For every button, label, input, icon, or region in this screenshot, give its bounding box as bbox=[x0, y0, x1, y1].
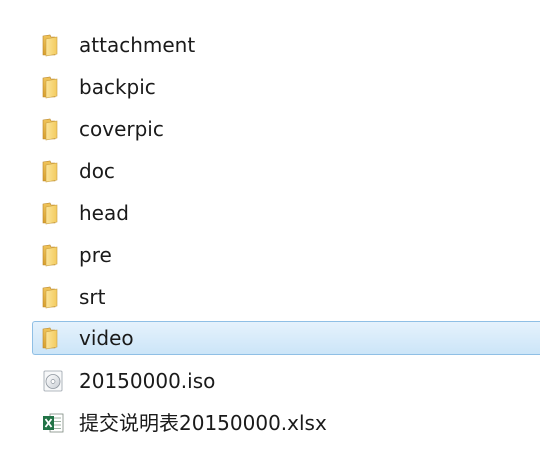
file-name: backpic bbox=[79, 75, 156, 99]
folder-icon bbox=[41, 326, 65, 350]
file-name: 20150000.iso bbox=[79, 369, 216, 393]
excel-icon bbox=[41, 411, 65, 435]
file-row-xlsx[interactable]: 提交说明表20150000.xlsx bbox=[32, 406, 540, 440]
folder-icon bbox=[41, 201, 65, 225]
file-list: attachment backpic coverpic doc head pre bbox=[0, 0, 540, 455]
folder-icon bbox=[41, 117, 65, 141]
file-name: video bbox=[79, 326, 134, 350]
file-row-pre[interactable]: pre bbox=[32, 238, 540, 272]
file-row-attachment[interactable]: attachment bbox=[32, 28, 540, 62]
file-row-backpic[interactable]: backpic bbox=[32, 70, 540, 104]
folder-icon bbox=[41, 33, 65, 57]
file-name: srt bbox=[79, 285, 106, 309]
file-name: pre bbox=[79, 243, 112, 267]
file-name: attachment bbox=[79, 33, 196, 57]
file-row-srt[interactable]: srt bbox=[32, 280, 540, 314]
file-row-iso[interactable]: 20150000.iso bbox=[32, 364, 540, 398]
file-row-video[interactable]: video bbox=[32, 321, 540, 355]
folder-icon bbox=[41, 75, 65, 99]
folder-icon bbox=[41, 285, 65, 309]
file-name: head bbox=[79, 201, 129, 225]
file-name: doc bbox=[79, 159, 115, 183]
file-row-head[interactable]: head bbox=[32, 196, 540, 230]
folder-icon bbox=[41, 243, 65, 267]
disc-image-icon bbox=[41, 369, 65, 393]
file-row-doc[interactable]: doc bbox=[32, 154, 540, 188]
folder-icon bbox=[41, 159, 65, 183]
file-row-coverpic[interactable]: coverpic bbox=[32, 112, 540, 146]
file-name: 提交说明表20150000.xlsx bbox=[79, 411, 327, 435]
file-name: coverpic bbox=[79, 117, 164, 141]
